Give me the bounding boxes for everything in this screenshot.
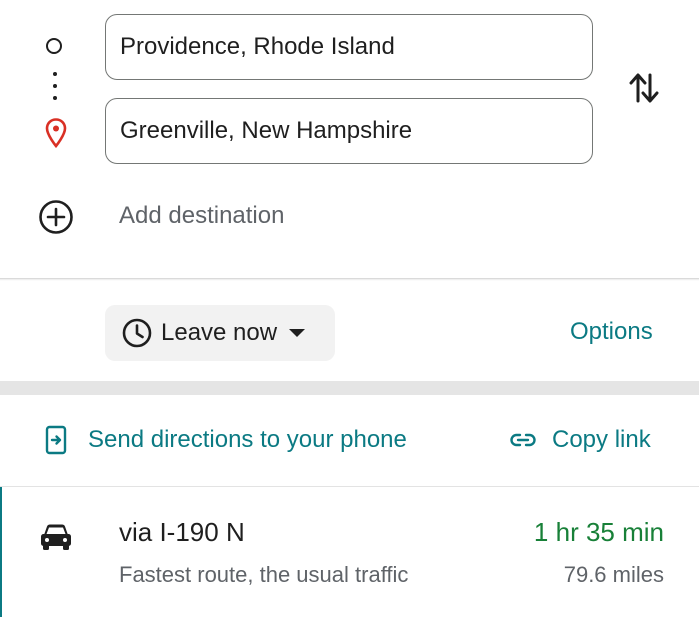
caret-down-icon [289,329,306,337]
origin-input[interactable]: Providence, Rhode Island [105,14,593,80]
destination-pin-icon [45,118,67,148]
clock-icon [122,318,152,348]
options-button[interactable]: Options [570,318,653,346]
send-to-phone-label: Send directions to your phone [88,426,407,453]
link-icon [510,433,536,447]
route-option[interactable]: via I-190 N Fastest route, the usual tra… [0,487,699,617]
share-row: Send directions to your phone Copy link [0,395,699,486]
directions-panel: Providence, Rhode Island Greenville, New… [0,0,699,617]
destination-input-value: Greenville, New Hampshire [120,117,413,144]
gray-divider [0,381,699,395]
send-to-phone-icon [45,425,67,455]
waypoints-section: Providence, Rhode Island Greenville, New… [0,0,699,278]
copy-link-label: Copy link [552,426,651,453]
send-to-phone-button[interactable]: Send directions to your phone [44,425,407,455]
route-dots-icon [53,72,57,104]
selected-route-indicator [0,487,2,617]
route-description: Fastest route, the usual traffic [119,562,409,587]
add-circle-icon[interactable] [38,199,74,235]
origin-input-value: Providence, Rhode Island [120,33,395,60]
route-name: via I-190 N [119,517,245,547]
destination-input[interactable]: Greenville, New Hampshire [105,98,593,164]
swap-direction-icon[interactable] [628,70,660,106]
copy-link-button[interactable]: Copy link [508,425,651,455]
origin-circle-icon [46,38,62,54]
leave-now-label: Leave now [161,319,278,346]
section-shadow-divider [0,278,699,281]
leave-now-dropdown[interactable]: Leave now [105,305,335,361]
route-distance: 79.6 miles [563,562,664,587]
add-destination-button[interactable]: Add destination [119,200,284,232]
car-icon [41,524,71,550]
route-duration: 1 hr 35 min [533,517,664,547]
